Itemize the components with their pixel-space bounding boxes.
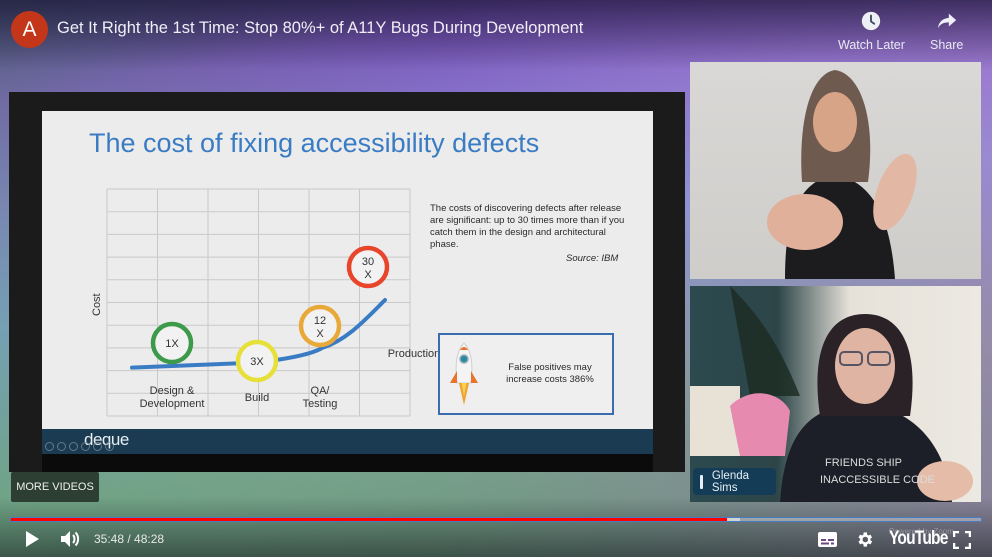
stage-multiplier-label: 12 [314,315,326,327]
presenter-toolbar[interactable] [45,442,114,451]
progress-played [11,518,727,521]
share-label: Share [930,38,964,52]
volume-icon [61,531,80,547]
info-text: The costs of discovering defects after r… [430,203,625,250]
youtube-logo[interactable]: YouTube [889,528,948,550]
volume-button[interactable] [59,529,81,549]
stage-multiplier-label: 30 [362,256,374,268]
tool-icon[interactable] [93,442,102,451]
share-arrow-icon [937,13,956,29]
watch-later-button[interactable]: Watch Later [838,10,905,52]
tool-icon[interactable] [81,442,90,451]
stage-name-label: Development [140,398,205,410]
presentation-video[interactable]: The cost of fixing accessibility defects… [9,92,685,472]
slide: The cost of fixing accessibility defects… [42,111,653,429]
callout-box: False positives may increase costs 386% [438,333,614,415]
info-source: Source: IBM [566,253,619,264]
stage-multiplier-label: 3X [250,356,264,368]
settings-button[interactable] [855,530,874,549]
webcam-interpreter [690,62,981,279]
share-button[interactable]: Share [930,10,963,52]
bottom-shade [0,497,992,557]
rocket-icon [450,342,478,405]
tool-icon[interactable] [69,442,78,451]
play-icon [26,531,39,547]
stage-name-label: QA/ [311,385,331,397]
gear-icon [858,532,873,547]
stage-name-label: Production [388,348,441,360]
tool-icon[interactable] [105,442,114,451]
fullscreen-icon [953,531,971,549]
slide-footer: deque [42,429,653,454]
tool-icon[interactable] [45,442,54,451]
participant-name-tag: Glenda Sims [693,468,776,495]
stage-multiplier-label: 1X [165,338,179,350]
channel-avatar[interactable]: A [11,11,48,48]
participant-name: Glenda Sims [711,469,750,494]
stage-name-label: Design & [150,385,195,397]
tool-icon[interactable] [57,442,66,451]
y-axis-label: Cost [91,293,103,316]
captions-icon [818,532,837,547]
person-interpreter [767,70,917,279]
more-videos-button[interactable]: MORE VIDEOS [11,472,99,502]
name-tag-bar [700,474,703,489]
callout-text: False positives may increase costs 386% [506,362,594,385]
slide-footer-shadow [42,454,653,472]
play-button[interactable] [22,529,42,549]
webcam-speaker: FRIENDS SHIP INACCESSIBLE CODE Glenda Si… [690,286,981,502]
video-title[interactable]: Get It Right the 1st Time: Stop 80%+ of … [57,19,583,38]
stage-multiplier-label: X [316,328,324,340]
fullscreen-button[interactable] [953,531,971,549]
stage-multiplier-label: X [364,269,372,281]
clock-icon [862,11,881,31]
svg-text:INACCESSIBLE CODE: INACCESSIBLE CODE [820,474,935,486]
time-display: 35:48 / 48:28 [94,532,165,546]
stage-name-label: Testing [303,398,338,410]
stage-name-label: Build [245,392,269,404]
watch-later-label: Watch Later [838,38,905,52]
progress-bar[interactable] [10,517,982,522]
svg-text:FRIENDS SHIP: FRIENDS SHIP [825,457,902,469]
captions-button[interactable] [818,532,837,547]
